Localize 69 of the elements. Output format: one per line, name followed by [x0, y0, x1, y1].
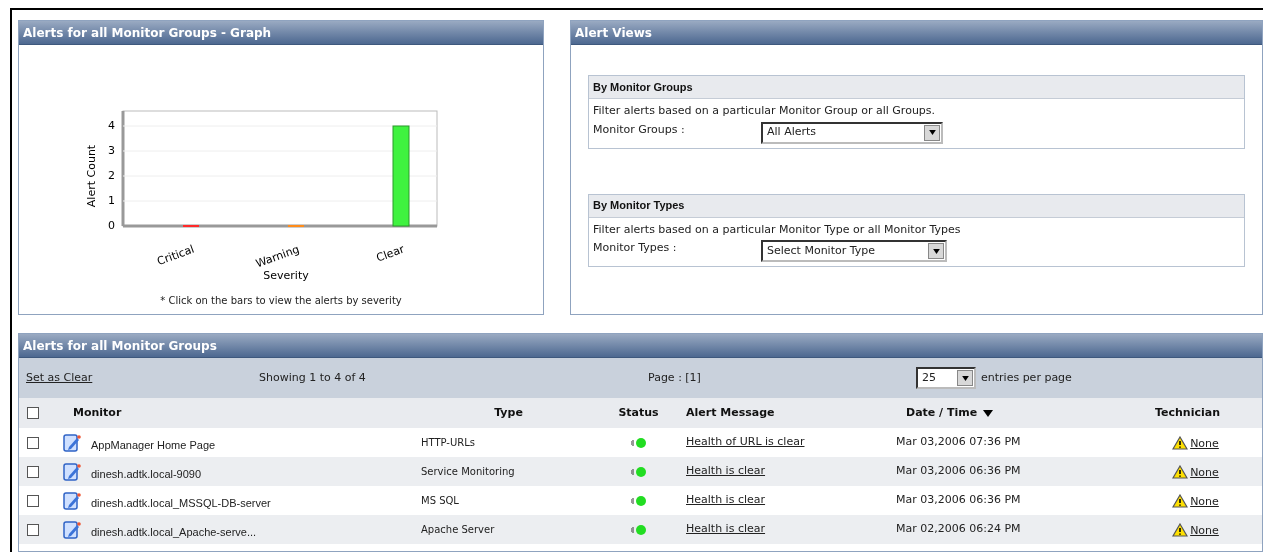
alert-message-link[interactable]: Health of URL is clear — [686, 435, 805, 449]
section-description: Filter alerts based on a particular Monitor Type or all Monitor Types — [593, 221, 962, 238]
table-cell-text: MS SQL — [420, 494, 460, 508]
column-header[interactable]: Status — [618, 405, 659, 419]
alert-message-link[interactable]: Health is clear — [686, 493, 766, 507]
axis-tick-label: 2 — [108, 169, 115, 182]
axis-tick-label: 1 — [108, 194, 115, 207]
axis-tick-label: 4 — [108, 119, 115, 132]
section-description: Filter alerts based on a particular Monitor Group or all Groups. — [593, 103, 937, 119]
warning-icon — [1172, 435, 1189, 450]
dropdown[interactable]: Select Monitor Type — [761, 240, 947, 262]
axis-title: Severity — [263, 269, 309, 282]
status-indicator-icon — [630, 436, 647, 449]
dropdown[interactable]: 25 — [916, 367, 976, 389]
table-cell-text: Service Monitoring — [420, 465, 516, 479]
table-cell-text: dinesh.adtk.local_Apache-serve... — [90, 524, 258, 540]
table-cell-text: Mar 02,2006 06:24 PM — [895, 521, 1022, 538]
table-cell-text: dinesh.adtk.local-9090 — [90, 466, 203, 482]
warning-icon — [1172, 493, 1189, 508]
table-cell-text: HTTP-URLs — [420, 436, 477, 450]
table-cell-text: dinesh.adtk.local_MSSQL-DB-server — [90, 495, 272, 511]
set-as-clear-link[interactable]: Set as Clear — [26, 369, 259, 387]
technician-link[interactable]: None — [1190, 519, 1219, 540]
chart-note: * Click on the bars to view the alerts by severity — [160, 294, 402, 308]
column-header[interactable]: Type — [494, 405, 523, 419]
dropdown[interactable]: All Alerts — [761, 121, 943, 144]
edit-monitor-icon[interactable] — [63, 433, 81, 452]
axis-tick-label: 0 — [108, 219, 115, 232]
entries-per-page-label: entries per page — [981, 369, 1072, 386]
category-label: Clear — [374, 242, 407, 265]
edit-monitor-icon[interactable] — [63, 462, 81, 481]
edit-monitor-icon[interactable] — [63, 520, 81, 539]
section-heading: By Monitor Types — [589, 194, 1244, 218]
panel-header: Alert Views — [571, 21, 1262, 45]
axis-title: Alert Count — [85, 144, 98, 208]
alert-message-link[interactable]: Health is clear — [686, 522, 766, 536]
warning-icon — [1172, 464, 1189, 479]
status-indicator-icon — [630, 494, 647, 507]
panel-header: Alerts for all Monitor Groups — [19, 334, 1262, 358]
axis-tick-label: 3 — [108, 144, 115, 157]
checkbox[interactable] — [27, 494, 39, 507]
status-indicator-icon — [630, 465, 647, 478]
panel-header: Alerts for all Monitor Groups - Graph — [19, 21, 543, 45]
table-cell-text: Apache Server — [420, 523, 496, 537]
table-cell-text: AppManager Home Page — [90, 437, 217, 453]
technician-link[interactable]: None — [1190, 490, 1219, 511]
sort-descending-icon[interactable] — [983, 409, 994, 417]
technician-link[interactable]: None — [1190, 432, 1219, 453]
field-label: Monitor Groups : — [593, 121, 686, 138]
alert-message-link[interactable]: Health is clear — [686, 464, 766, 478]
column-header[interactable]: Monitor — [73, 405, 122, 419]
showing-count: Showing 1 to 4 of 4 — [259, 369, 367, 386]
edit-monitor-icon[interactable] — [63, 491, 81, 510]
column-header[interactable]: Technician — [1155, 405, 1220, 419]
field-label: Monitor Types : — [593, 240, 678, 256]
checkbox[interactable] — [27, 436, 39, 449]
column-header[interactable]: Alert Message — [686, 405, 775, 419]
technician-link[interactable]: None — [1190, 461, 1219, 482]
status-indicator-icon — [630, 523, 647, 536]
table-cell-text: Mar 03,2006 07:36 PM — [895, 434, 1022, 451]
checkbox[interactable] — [27, 407, 39, 419]
column-header[interactable]: Date / Time — [906, 404, 978, 422]
checkbox[interactable] — [27, 523, 39, 536]
checkbox[interactable] — [27, 465, 39, 478]
section-heading: By Monitor Groups — [589, 76, 1244, 99]
page-indicator: Page : [1] — [648, 369, 702, 386]
warning-icon — [1172, 522, 1189, 537]
table-cell-text: Mar 03,2006 06:36 PM — [895, 492, 1022, 509]
table-cell-text: Mar 03,2006 06:36 PM — [895, 463, 1022, 480]
